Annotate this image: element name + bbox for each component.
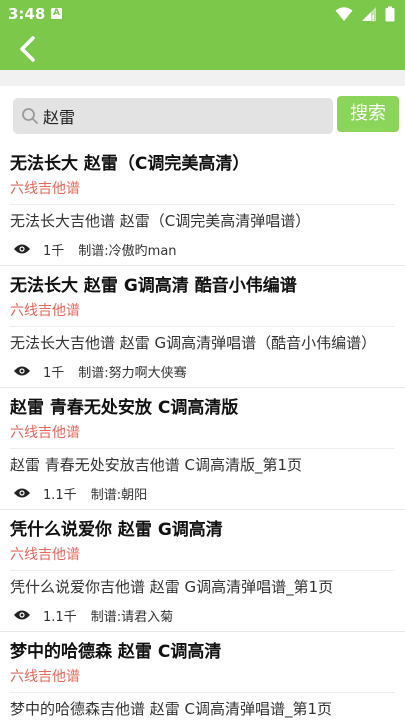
view-count: 1千 xyxy=(43,365,65,381)
result-category: 六线吉他谱 xyxy=(10,181,80,197)
result-item[interactable]: 梦中的哈德森 赵雷 C调高清 六线吉他谱 梦中的哈德森吉他谱 赵雷 C调高清弹唱… xyxy=(0,632,405,720)
signal-icon xyxy=(361,7,376,22)
eye-icon xyxy=(14,366,30,376)
result-item[interactable]: 无法长大 赵雷 G调高清 酷音小伟编谱 六线吉他谱 无法长大吉他谱 赵雷 G调高… xyxy=(0,266,405,388)
result-title: 无法长大 赵雷（C调完美高清） xyxy=(10,154,250,174)
result-category: 六线吉他谱 xyxy=(10,303,80,319)
result-category: 六线吉他谱 xyxy=(10,425,80,441)
result-title: 梦中的哈德森 赵雷 C调高清 xyxy=(10,642,222,662)
result-divider xyxy=(10,204,395,205)
result-divider xyxy=(10,448,395,449)
result-item[interactable]: 凭什么说爱你 赵雷 G调高清 六线吉他谱 凭什么说爱你吉他谱 赵雷 G调高清弹唱… xyxy=(0,510,405,632)
result-description: 无法长大吉他谱 赵雷（C调完美高清弹唱谱） xyxy=(10,212,311,230)
eye-icon xyxy=(14,610,30,620)
header-gap xyxy=(0,70,405,86)
status-bar: 3:48 A xyxy=(0,0,405,28)
results-list: 无法长大 赵雷（C调完美高清） 六线吉他谱 无法长大吉他谱 赵雷（C调完美高清弹… xyxy=(0,144,405,720)
result-meta: 1.1千 制谱:请君入菊 xyxy=(10,599,395,631)
chevron-left-icon xyxy=(20,36,35,62)
result-category: 六线吉他谱 xyxy=(10,547,80,563)
result-divider xyxy=(10,570,395,571)
search-icon xyxy=(22,108,38,124)
back-button[interactable] xyxy=(10,32,44,66)
view-count: 1.1千 xyxy=(43,487,77,503)
result-divider xyxy=(10,326,395,327)
author-label: 制谱:请君入菊 xyxy=(90,609,174,625)
result-item[interactable]: 赵雷 青春无处安放 C调高清版 六线吉他谱 赵雷 青春无处安放吉他谱 C调高清版… xyxy=(0,388,405,510)
result-category: 六线吉他谱 xyxy=(10,669,80,685)
result-description: 无法长大吉他谱 赵雷 G调高清弹唱谱（酷音小伟编谱） xyxy=(10,334,377,352)
status-time: 3:48 xyxy=(8,5,46,23)
search-box[interactable] xyxy=(13,98,333,134)
result-description: 凭什么说爱你吉他谱 赵雷 G调高清弹唱谱_第1页 xyxy=(10,578,334,596)
search-input[interactable] xyxy=(43,98,323,134)
result-meta: 1.1千 制谱:朝阳 xyxy=(10,477,395,509)
result-title: 无法长大 赵雷 G调高清 酷音小伟编谱 xyxy=(10,276,297,296)
view-count: 1千 xyxy=(43,243,65,259)
status-icons xyxy=(332,6,395,22)
result-item[interactable]: 无法长大 赵雷（C调完美高清） 六线吉他谱 无法长大吉他谱 赵雷（C调完美高清弹… xyxy=(0,144,405,266)
wifi-icon xyxy=(335,7,353,21)
search-bar: 搜索 xyxy=(0,86,405,144)
author-label: 制谱:朝阳 xyxy=(90,487,148,503)
battery-icon xyxy=(385,6,395,22)
result-meta: 1千 制谱:努力啊大侠骞 xyxy=(10,355,395,387)
author-label: 制谱:冷傲旳man xyxy=(78,243,177,259)
result-title: 赵雷 青春无处安放 C调高清版 xyxy=(10,398,239,418)
result-meta: 1千 制谱:冷傲旳man xyxy=(10,233,395,265)
result-title: 凭什么说爱你 赵雷 G调高清 xyxy=(10,520,223,540)
result-divider xyxy=(10,692,395,693)
eye-icon xyxy=(14,244,30,254)
eye-icon xyxy=(14,488,30,498)
notification-icon: A xyxy=(51,8,62,19)
app-bar xyxy=(0,28,405,70)
view-count: 1.1千 xyxy=(43,609,77,625)
search-button[interactable]: 搜索 xyxy=(337,96,399,132)
author-label: 制谱:努力啊大侠骞 xyxy=(78,365,187,381)
result-description: 梦中的哈德森吉他谱 赵雷 C调高清弹唱谱_第1页 xyxy=(10,700,333,718)
result-description: 赵雷 青春无处安放吉他谱 C调高清版_第1页 xyxy=(10,456,303,474)
